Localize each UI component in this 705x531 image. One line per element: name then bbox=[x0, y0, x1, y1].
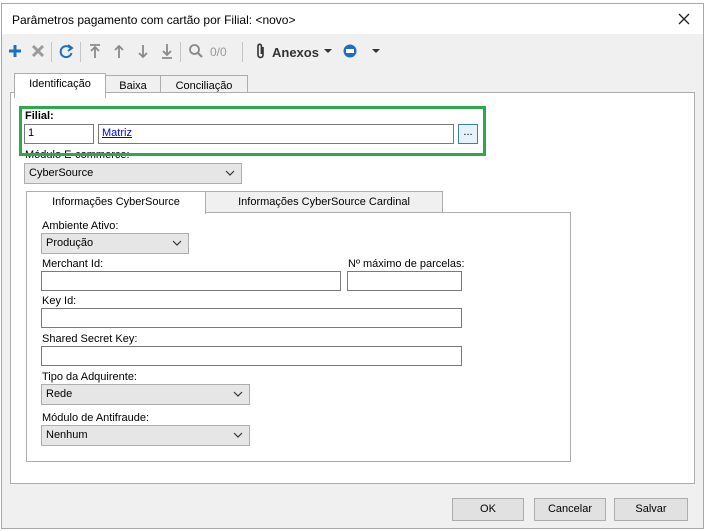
ambiente-ativo-label: Ambiente Ativo: bbox=[42, 220, 119, 232]
filial-browse-button[interactable]: ... bbox=[458, 124, 478, 144]
next-record-icon bbox=[138, 45, 148, 59]
key-id-label: Key Id: bbox=[42, 295, 77, 307]
save-button[interactable]: Salvar bbox=[614, 498, 688, 521]
refresh-icon bbox=[59, 44, 74, 59]
tipo-adquirente-label: Tipo da Adquirente: bbox=[42, 371, 137, 383]
previous-record-button[interactable] bbox=[112, 42, 126, 60]
title-bar: Parâmetros pagamento com cartão por Fili… bbox=[2, 4, 703, 34]
close-icon bbox=[678, 13, 690, 25]
filial-name-link[interactable]: Matriz bbox=[102, 127, 132, 139]
delete-icon bbox=[31, 44, 45, 58]
modulo-ecommerce-select[interactable]: CyberSource bbox=[24, 163, 242, 184]
close-button[interactable] bbox=[671, 6, 697, 32]
tab-informacoes-cybersource[interactable]: Informações CyberSource bbox=[26, 191, 206, 214]
first-record-button[interactable] bbox=[88, 42, 102, 60]
max-parcelas-label: Nº máximo de parcelas: bbox=[348, 258, 465, 270]
anexos-dropdown[interactable] bbox=[323, 42, 333, 60]
chevron-down-icon bbox=[172, 240, 182, 246]
cancel-button[interactable]: Cancelar bbox=[534, 498, 606, 521]
modulo-ecommerce-label: Módulo E-commerce: bbox=[25, 149, 130, 161]
modulo-antifraude-label: Módulo de Antifraude: bbox=[42, 412, 150, 424]
add-icon bbox=[9, 45, 21, 57]
window-title: Parâmetros pagamento com cartão por Fili… bbox=[12, 13, 296, 27]
chevron-down-icon bbox=[233, 432, 243, 438]
dropdown-arrow-icon bbox=[372, 49, 380, 53]
modulo-antifraude-select[interactable]: Nenhum bbox=[41, 425, 250, 446]
tab-informacoes-cybersource-cardinal[interactable]: Informações CyberSource Cardinal bbox=[205, 191, 443, 213]
refresh-button[interactable] bbox=[58, 42, 74, 60]
tab-identificacao[interactable]: Identificação bbox=[14, 73, 106, 98]
tipo-adquirente-value: Rede bbox=[46, 388, 73, 400]
last-record-icon bbox=[162, 44, 172, 59]
shared-secret-key-field[interactable] bbox=[41, 346, 462, 366]
key-id-field[interactable] bbox=[41, 308, 462, 328]
dropdown-arrow-icon bbox=[324, 49, 332, 53]
attachments-button[interactable] bbox=[255, 42, 267, 60]
filial-name-field[interactable]: Matriz bbox=[98, 124, 454, 144]
page-counter: 0/0 bbox=[210, 45, 227, 59]
chevron-down-icon bbox=[233, 391, 243, 397]
save-menu-dropdown[interactable] bbox=[371, 42, 381, 60]
chevron-down-icon bbox=[225, 170, 235, 176]
merchant-id-field[interactable] bbox=[41, 271, 341, 291]
merchant-id-label: Merchant Id: bbox=[42, 258, 104, 270]
anexos-label[interactable]: Anexos bbox=[272, 45, 319, 60]
ambiente-ativo-value: Produção bbox=[46, 237, 94, 249]
toolbar: 0/0 Anexos bbox=[2, 36, 703, 66]
add-button[interactable] bbox=[8, 42, 22, 60]
ok-button[interactable]: OK bbox=[452, 498, 524, 521]
search-button[interactable] bbox=[188, 42, 204, 60]
modulo-ecommerce-value: CyberSource bbox=[29, 167, 94, 179]
shared-secret-key-label: Shared Secret Key: bbox=[42, 333, 138, 345]
ambiente-ativo-select[interactable]: Produção bbox=[41, 233, 189, 254]
next-record-button[interactable] bbox=[136, 42, 150, 60]
filial-label: Filial: bbox=[25, 110, 54, 122]
save-menu-button[interactable] bbox=[342, 42, 358, 60]
previous-record-icon bbox=[114, 44, 124, 58]
disk-icon bbox=[343, 44, 357, 58]
modulo-antifraude-value: Nenhum bbox=[46, 429, 88, 441]
max-parcelas-field[interactable] bbox=[347, 271, 462, 291]
filial-code-field[interactable]: 1 bbox=[24, 124, 94, 144]
attachment-icon bbox=[257, 43, 264, 59]
tipo-adquirente-select[interactable]: Rede bbox=[41, 384, 250, 405]
last-record-button[interactable] bbox=[160, 42, 174, 60]
first-record-icon bbox=[90, 44, 100, 58]
search-icon bbox=[189, 44, 203, 58]
delete-button[interactable] bbox=[31, 42, 45, 60]
